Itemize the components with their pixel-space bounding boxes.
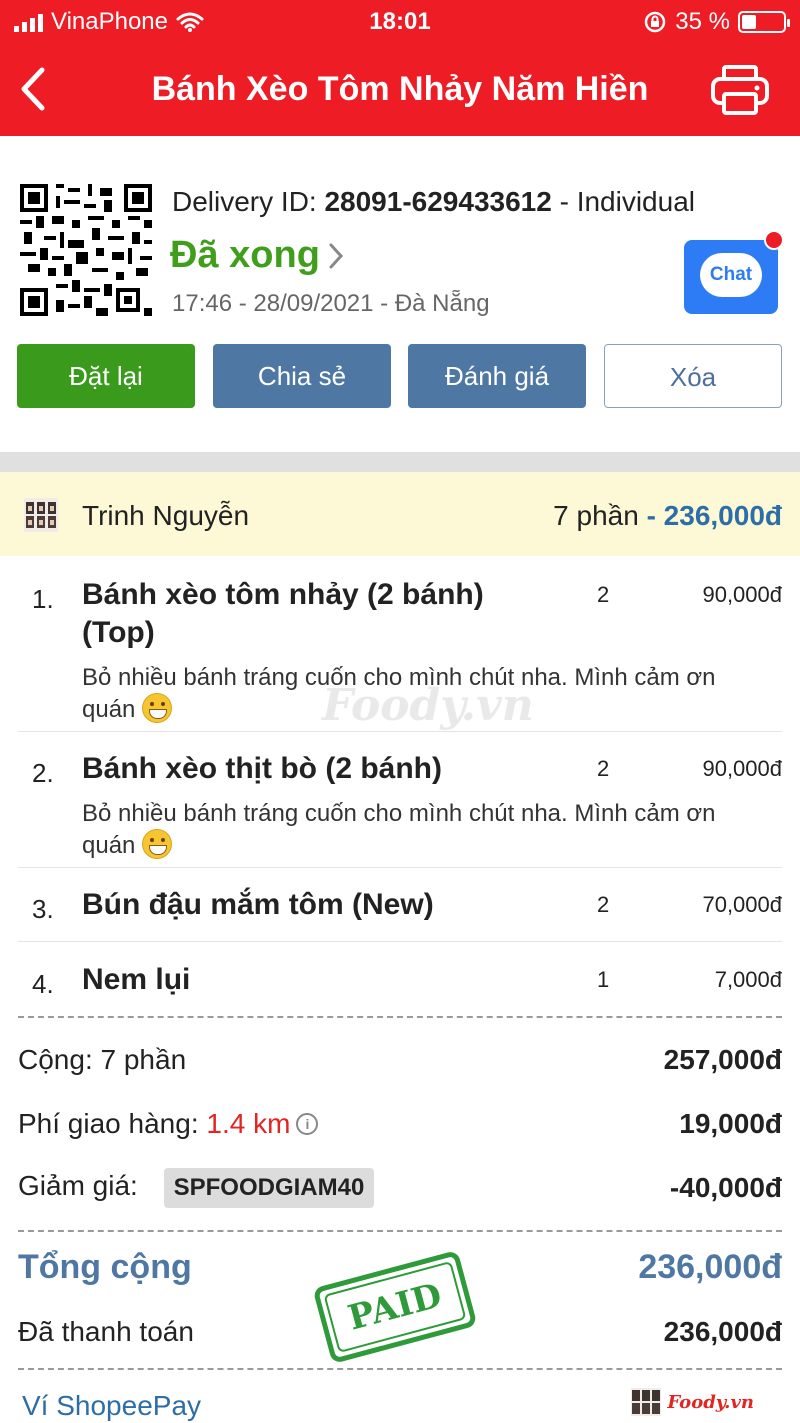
info-icon[interactable]: i	[296, 1113, 319, 1135]
item-price: 7,000đ	[714, 967, 782, 992]
item-name: Bún đậu mắm tôm (New)	[82, 888, 434, 921]
item-note: Bỏ nhiều bánh tráng cuốn cho mình chút n…	[82, 798, 772, 861]
discount-row: Giảm giá: SPFOODGIAM40 -40,000đ	[18, 1168, 782, 1208]
delete-button[interactable]: Xóa	[604, 344, 782, 408]
subtotal-value: 257,000đ	[663, 1044, 782, 1075]
grinning-face-icon	[142, 693, 173, 723]
battery-icon	[738, 11, 790, 33]
shipping-label: Phí giao hàng:	[18, 1108, 199, 1139]
notification-dot	[764, 230, 784, 250]
battery-percent: 35 %	[675, 8, 730, 35]
customer-row: Trinh Nguyễn 7 phần - 236,000đ	[0, 472, 800, 556]
order-status-text: Đã xong	[170, 234, 320, 276]
item-quantity: 1	[597, 967, 610, 992]
item-divider	[18, 941, 782, 942]
customer-total: - 236,000đ	[638, 500, 782, 531]
order-header: Delivery ID: 28091-629433612 - Individua…	[0, 136, 800, 452]
customer-summary: 7 phần - 236,000đ	[553, 500, 782, 532]
customer-name: Trinh Nguyễn	[82, 500, 250, 531]
dashed-divider	[18, 1016, 782, 1018]
app-header: VinaPhone 18:01 35 % Bánh Xèo Tôm Nhảy N…	[0, 0, 800, 136]
item-quantity: 2	[597, 756, 610, 781]
item-price: 70,000đ	[702, 892, 782, 917]
dashed-divider	[18, 1230, 782, 1232]
delivery-id: 28091-629433612	[324, 186, 552, 217]
shipping-fee: 19,000đ	[679, 1108, 782, 1139]
payment-method: Ví ShopeePay	[22, 1390, 202, 1421]
item-price: 90,000đ	[702, 756, 782, 781]
chevron-right-icon	[329, 243, 343, 268]
grand-total-label: Tổng cộng	[18, 1248, 192, 1286]
item-number: 4.	[32, 969, 54, 999]
item-divider	[18, 867, 782, 868]
grinning-face-icon	[142, 829, 173, 859]
paid-value: 236,000đ	[663, 1316, 782, 1347]
order-datetime: 17:46 - 28/09/2021 - Đà Nẵng	[172, 290, 490, 317]
foody-watermark: Foody.vn	[322, 680, 534, 731]
item-number: 3.	[32, 894, 54, 924]
item-number: 2.	[32, 758, 54, 788]
item-name: Nem lụi	[82, 963, 191, 996]
chat-label: Chat	[700, 253, 762, 297]
item-divider	[18, 731, 782, 732]
paid-label: Đã thanh toán	[18, 1316, 194, 1347]
item-price: 90,000đ	[702, 582, 782, 607]
distance: 1.4 km	[206, 1108, 291, 1139]
dashed-divider	[18, 1368, 782, 1370]
avatar	[24, 498, 58, 532]
discount-label: Giảm giá:	[18, 1170, 138, 1201]
qr-code-icon[interactable]	[20, 184, 152, 316]
discount-value: -40,000đ	[669, 1172, 782, 1203]
avatar-thumbnail-icon	[631, 1388, 662, 1416]
navigation-bar: Bánh Xèo Tôm Nhảy Năm Hiền	[0, 52, 800, 128]
delivery-id-label: Delivery ID:	[172, 186, 325, 217]
rotation-lock-icon	[645, 11, 666, 33]
section-divider	[0, 452, 800, 472]
item-quantity: 2	[597, 892, 610, 917]
subtotal-label: Cộng: 7 phần	[18, 1044, 187, 1075]
page-title: Bánh Xèo Tôm Nhảy Năm Hiền	[151, 70, 649, 108]
printer-icon[interactable]	[710, 64, 770, 116]
item-name: Bánh xèo thịt bò (2 bánh)	[82, 752, 442, 785]
foody-logo-text: Foody.vn	[667, 1391, 754, 1413]
item-name: Bánh xèo tôm nhảy (2 bánh) (Top)	[82, 578, 484, 649]
item-quantity: 2	[597, 582, 610, 607]
order-status[interactable]: Đã xong	[170, 234, 344, 277]
item-note-text: Bỏ nhiều bánh tráng cuốn cho mình chút n…	[82, 800, 716, 859]
status-bar: VinaPhone 18:01 35 %	[0, 8, 800, 38]
shipping-row: Phí giao hàng: 1.4 km i 19,000đ	[18, 1108, 782, 1140]
voucher-code: SPFOODGIAM40	[163, 1168, 375, 1208]
delivery-type: - Individual	[551, 186, 695, 217]
portion-count: 7 phần	[553, 500, 639, 531]
grand-total-value: 236,000đ	[638, 1248, 782, 1286]
share-button[interactable]: Chia sẻ	[213, 344, 391, 408]
item-number: 1.	[32, 584, 54, 614]
chat-button[interactable]: Chat	[684, 230, 784, 314]
reorder-button[interactable]: Đặt lại	[17, 344, 195, 408]
rate-button[interactable]: Đánh giá	[408, 344, 586, 408]
foody-logo: Foody.vn	[631, 1388, 754, 1416]
delivery-id-line: Delivery ID: 28091-629433612 - Individua…	[172, 186, 695, 218]
subtotal-row: Cộng: 7 phần 257,000đ	[18, 1044, 782, 1076]
